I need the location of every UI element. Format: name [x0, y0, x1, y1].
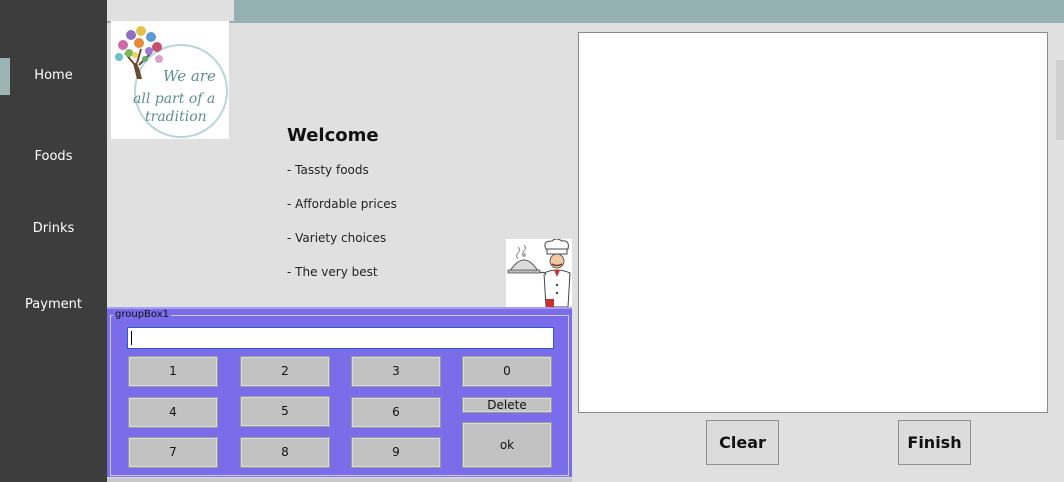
tradition-logo: We are all part of a tradition	[111, 21, 229, 139]
scrollbar[interactable]	[1056, 60, 1064, 140]
key-7-button[interactable]: 7	[128, 437, 218, 468]
bullet-item: - Variety choices	[287, 231, 387, 245]
clear-button[interactable]: Clear	[706, 420, 779, 465]
delete-button[interactable]: Delete	[462, 397, 552, 413]
groupbox-legend: groupBox1	[113, 309, 171, 320]
key-2-button[interactable]: 2	[240, 356, 330, 387]
keypad-groupbox: groupBox1 1 2 3 0 4 5 6 Delete 7 8 9 ok	[107, 307, 572, 477]
finish-button[interactable]: Finish	[898, 420, 971, 465]
key-8-button[interactable]: 8	[240, 437, 330, 468]
sidebar: Home Foods Drinks Payment	[0, 0, 107, 482]
key-9-button[interactable]: 9	[351, 437, 441, 468]
key-4-button[interactable]: 4	[128, 397, 218, 428]
key-6-button[interactable]: 6	[351, 397, 441, 428]
bullet-item: - Affordable prices	[287, 197, 397, 211]
key-1-button[interactable]: 1	[128, 356, 218, 387]
order-list-box[interactable]	[578, 32, 1048, 413]
sidebar-item-drinks[interactable]: Drinks	[0, 214, 107, 244]
key-5-button[interactable]: 5	[240, 396, 330, 427]
app-window: Home Foods Drinks Payment We are all par…	[0, 0, 1064, 482]
key-3-button[interactable]: 3	[351, 356, 441, 387]
chef-image	[506, 238, 572, 308]
top-band	[107, 0, 1064, 23]
sidebar-item-foods[interactable]: Foods	[0, 142, 107, 172]
top-band-notch	[107, 0, 234, 21]
text-cursor	[131, 331, 132, 345]
bullet-item: - The very best	[287, 265, 378, 279]
svg-text:We are: We are	[163, 67, 216, 85]
bullet-item: - Tassty foods	[287, 163, 369, 177]
svg-text:all part of a: all part of a	[133, 91, 215, 107]
svg-text:tradition: tradition	[145, 109, 207, 125]
tree-logo-icon: We are all part of a tradition	[115, 26, 228, 138]
sidebar-item-home[interactable]: Home	[0, 61, 107, 91]
chef-icon	[507, 238, 571, 308]
welcome-title: Welcome	[287, 125, 379, 146]
number-input[interactable]	[127, 327, 554, 349]
sidebar-item-payment[interactable]: Payment	[0, 290, 107, 320]
ok-button[interactable]: ok	[462, 422, 552, 468]
bottom-strip	[107, 478, 572, 482]
key-0-button[interactable]: 0	[462, 356, 552, 387]
